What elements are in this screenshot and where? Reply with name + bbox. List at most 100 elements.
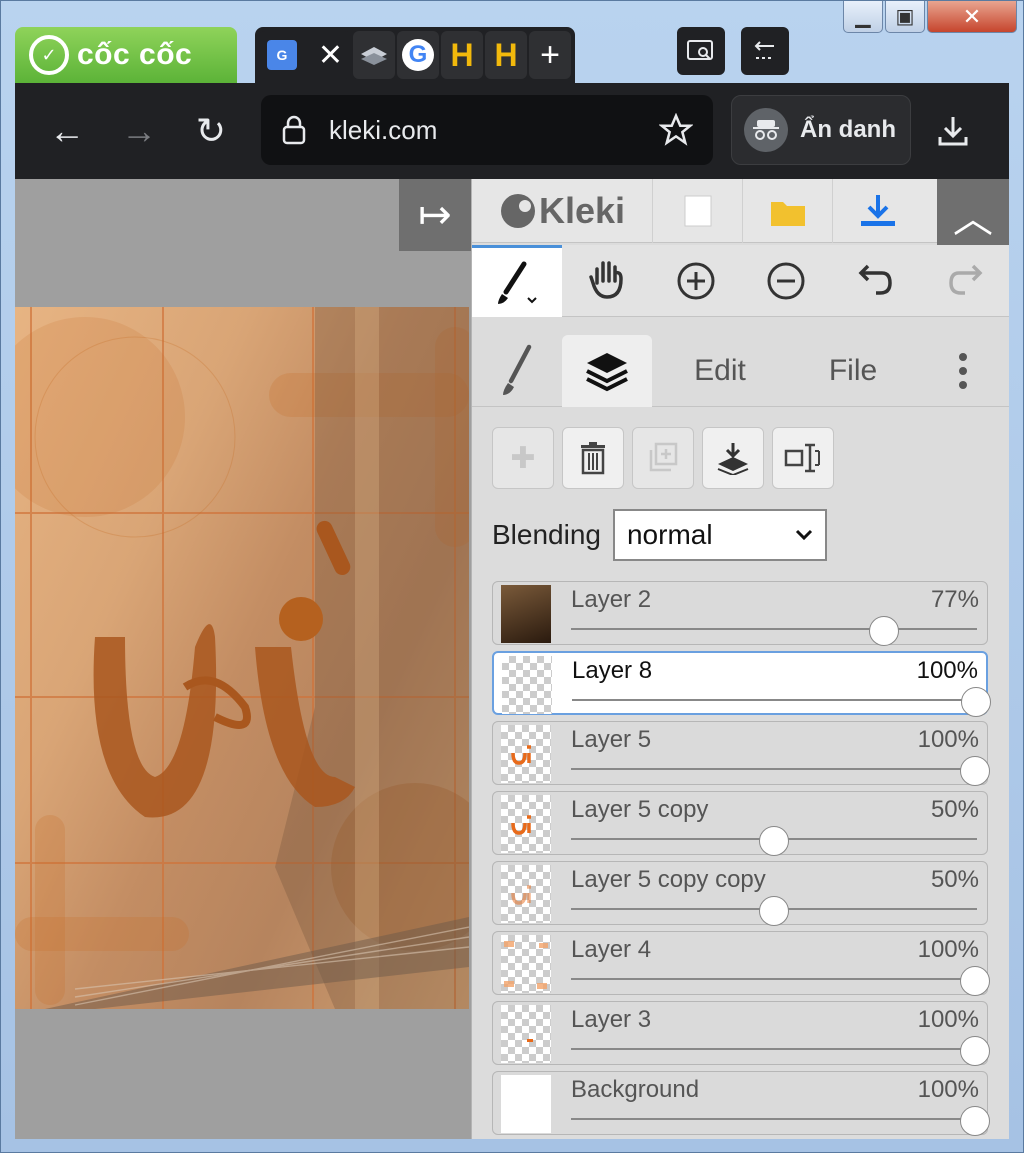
kleki-logo-text: Kleki xyxy=(538,189,626,231)
tab-h-2[interactable]: H xyxy=(485,31,527,79)
blending-row: Blending normal xyxy=(492,509,827,561)
undo-button[interactable] xyxy=(831,245,921,317)
layer-row[interactable]: Layer 5 100% xyxy=(492,721,990,786)
browser-brand[interactable]: ✓ cốc cốc xyxy=(15,27,237,83)
open-file-button[interactable] xyxy=(742,179,832,243)
zoom-in-button[interactable] xyxy=(651,245,741,317)
layer-row[interactable]: Layer 8 100% xyxy=(492,651,991,717)
opacity-slider-knob[interactable] xyxy=(759,826,789,856)
redo-icon xyxy=(949,264,983,295)
tool-row xyxy=(472,245,1009,317)
layer-name: Layer 5 copy xyxy=(571,796,709,823)
opacity-slider-knob[interactable] xyxy=(961,687,991,717)
reload-button[interactable]: ↻ xyxy=(187,107,235,155)
opacity-slider-knob[interactable] xyxy=(960,1106,990,1136)
scroll-up-button[interactable]: ︿ xyxy=(937,179,1009,251)
download-icon xyxy=(938,117,968,146)
reload-icon: ↻ xyxy=(195,110,227,151)
thumbnail-dot-mark xyxy=(527,1039,533,1042)
blending-select[interactable]: normal xyxy=(612,509,827,561)
tab-brush[interactable] xyxy=(472,335,562,407)
opacity-slider-knob[interactable] xyxy=(960,756,990,786)
layer-name: Layer 4 xyxy=(571,936,652,963)
opacity-slider-track[interactable] xyxy=(571,1118,977,1120)
tab-kleki[interactable]: G ✕ xyxy=(259,31,351,79)
tab-layers[interactable] xyxy=(353,31,395,79)
opacity-slider-knob[interactable] xyxy=(960,966,990,996)
merge-down-icon xyxy=(717,443,749,475)
layer-name: Layer 3 xyxy=(571,1006,652,1033)
plus-icon: + xyxy=(540,35,560,74)
save-button[interactable] xyxy=(832,179,922,243)
layer-name: Layer 5 copy copy xyxy=(571,866,766,893)
more-menu-button[interactable] xyxy=(918,335,1008,407)
forward-button[interactable]: → xyxy=(115,107,163,155)
collapse-panel-button[interactable]: ↦ xyxy=(399,179,471,251)
layer-row[interactable]: Layer 5 copy copy 50% xyxy=(492,861,988,926)
lock-icon xyxy=(282,115,306,145)
tab-edit[interactable]: Edit xyxy=(652,335,788,407)
layer-row[interactable]: Layer 3 100% xyxy=(492,1001,990,1066)
layer-thumbnail xyxy=(501,725,551,783)
tab-file[interactable]: File xyxy=(788,335,918,407)
opacity-slider-knob[interactable] xyxy=(759,896,789,926)
arrow-right-to-bar-icon: ↦ xyxy=(418,193,452,237)
opacity-slider-track[interactable] xyxy=(571,768,977,770)
layer-row[interactable]: Layer 2 77% xyxy=(492,581,988,646)
new-image-button[interactable] xyxy=(652,179,742,243)
opacity-slider-track[interactable] xyxy=(571,628,977,630)
zoom-in-icon xyxy=(677,262,715,300)
layer-row[interactable]: Layer 5 copy 50% xyxy=(492,791,988,856)
opacity-slider-knob[interactable] xyxy=(868,616,899,646)
rename-cursor-icon xyxy=(784,443,820,473)
hand-tool[interactable] xyxy=(562,245,652,317)
browser-window: ▁ ▣ ✕ ✓ cốc cốc G ✕ G H H + ← → ↻ kleki.… xyxy=(0,0,1024,1153)
layer-thumbnail xyxy=(501,795,551,853)
tab-search-button[interactable] xyxy=(677,27,725,75)
opacity-slider-track[interactable] xyxy=(571,978,977,980)
opacity-slider-knob[interactable] xyxy=(960,1036,990,1066)
coccoc-logo-icon: ✓ xyxy=(29,35,69,75)
back-button[interactable]: ← xyxy=(43,107,91,155)
sidebar-toggle-button[interactable] xyxy=(741,27,789,75)
download-button[interactable] xyxy=(929,107,977,155)
opacity-slider-track[interactable] xyxy=(571,1048,977,1050)
opacity-slider-track[interactable] xyxy=(572,699,976,701)
duplicate-icon xyxy=(649,442,678,472)
layer-thumbnail xyxy=(501,865,551,923)
hand-icon xyxy=(588,261,623,299)
undo-icon xyxy=(858,264,892,295)
duplicate-layer-button[interactable] xyxy=(632,427,694,489)
redo-button[interactable] xyxy=(920,245,1009,317)
add-layer-button[interactable]: ✚ xyxy=(492,427,554,489)
rename-layer-button[interactable] xyxy=(772,427,834,489)
thumbnail-lettering-mark xyxy=(511,815,531,835)
tab-layers[interactable] xyxy=(562,335,652,407)
new-tab-button[interactable]: + xyxy=(529,31,571,79)
tab-search-icon xyxy=(687,40,713,60)
layer-row[interactable]: Layer 4 100% xyxy=(492,931,990,996)
bookmark-star-icon[interactable] xyxy=(659,113,693,147)
save-download-icon xyxy=(860,194,895,226)
chevron-down-icon xyxy=(795,529,813,541)
kleki-logo[interactable]: Kleki xyxy=(472,190,652,232)
layers-stack-icon xyxy=(586,353,628,392)
minimize-icon: ▁ xyxy=(855,6,871,28)
close-icon: ✕ xyxy=(962,3,982,29)
delete-layer-button[interactable] xyxy=(562,427,624,489)
tab-h-1[interactable]: H xyxy=(441,31,483,79)
incognito-badge[interactable]: Ẩn danh xyxy=(731,95,911,165)
brush-tool[interactable] xyxy=(472,245,562,317)
zoom-out-button[interactable] xyxy=(741,245,831,317)
tab-close-icon[interactable]: ✕ xyxy=(318,38,343,73)
drawing-canvas[interactable] xyxy=(15,307,469,1009)
merge-down-button[interactable] xyxy=(702,427,764,489)
canvas-artwork xyxy=(15,307,469,1009)
tab-google[interactable]: G xyxy=(397,31,439,79)
brush-tab-icon xyxy=(503,344,532,395)
address-bar[interactable]: kleki.com xyxy=(261,95,713,165)
layer-row[interactable]: Background 100% xyxy=(492,1071,990,1136)
layer-opacity: 100% xyxy=(917,1076,979,1103)
layer-thumbnail xyxy=(501,935,551,993)
back-arrows-icon xyxy=(754,41,774,59)
